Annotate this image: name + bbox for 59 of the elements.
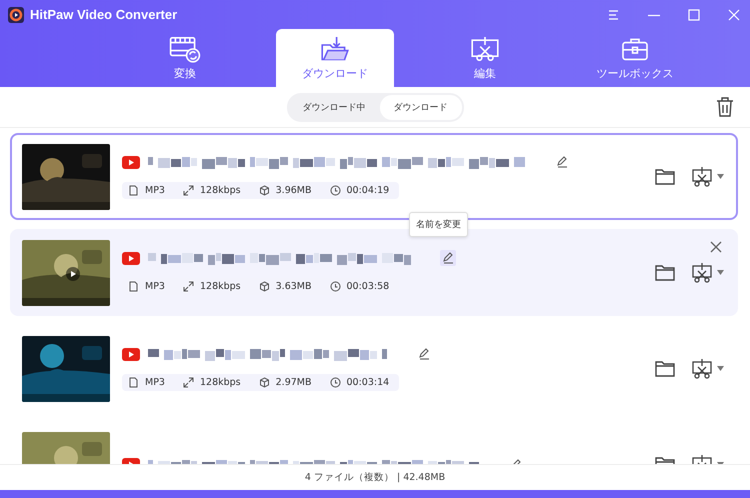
nav-tab[interactable]: ダウンロード — [276, 29, 394, 87]
bitrate-label: 128kbps — [200, 281, 241, 292]
scissors-icon[interactable] — [691, 166, 713, 186]
clock-icon — [330, 377, 341, 388]
maximize-icon[interactable] — [686, 6, 702, 22]
bitrate-label: 128kbps — [200, 185, 241, 196]
duration-label: 00:03:58 — [346, 281, 390, 292]
close-icon[interactable] — [726, 6, 742, 22]
scissors-icon[interactable] — [691, 358, 713, 378]
duration-label: 00:03:14 — [346, 377, 390, 388]
film-icon — [169, 35, 201, 63]
format-label: MP3 — [145, 185, 165, 196]
folder-icon[interactable] — [655, 264, 675, 282]
youtube-icon — [122, 252, 140, 264]
edit-icon[interactable] — [554, 154, 570, 170]
size-label: 3.63MB — [276, 281, 312, 292]
scissors-icon — [469, 35, 501, 63]
download-item[interactable]: MP3 128kbps 3.96MB 00:04:19 — [10, 133, 738, 220]
scissors-icon[interactable] — [691, 262, 713, 282]
close-icon[interactable] — [710, 241, 722, 253]
youtube-icon — [122, 156, 140, 168]
app-logo-icon — [8, 6, 24, 22]
status-text: 4 ファイル（複数） | 42.48MB — [304, 471, 446, 484]
download-item[interactable]: MP3 128kbps 2.97MB 00:03:14 — [10, 325, 738, 412]
format-label: MP3 — [145, 281, 165, 292]
file-icon — [128, 185, 139, 196]
duration-label: 00:04:19 — [346, 185, 390, 196]
edit-icon[interactable] — [440, 250, 456, 266]
nav-tab[interactable]: 変換 — [126, 29, 244, 87]
cube-icon — [258, 377, 270, 388]
cube-icon — [258, 185, 270, 196]
format-label: MP3 — [145, 377, 165, 388]
nav-tab[interactable]: 編集 — [426, 29, 544, 87]
folder-icon[interactable] — [655, 360, 675, 378]
caret-icon[interactable] — [717, 174, 724, 179]
edit-icon[interactable] — [416, 346, 432, 362]
resize-icon — [182, 377, 194, 388]
download-folder-icon — [319, 35, 351, 63]
resize-icon — [182, 185, 194, 196]
resize-icon — [182, 281, 194, 292]
window-title: HitPaw Video Converter — [30, 7, 178, 22]
caret-icon[interactable] — [717, 270, 724, 275]
tooltip: 名前を変更 — [409, 212, 468, 237]
filter-tab[interactable]: ダウンロード — [380, 94, 462, 120]
clock-icon — [330, 281, 341, 292]
trash-icon[interactable] — [716, 97, 734, 117]
youtube-icon — [122, 348, 140, 360]
play-icon[interactable] — [66, 267, 80, 281]
caret-icon[interactable] — [717, 366, 724, 371]
clock-icon — [330, 185, 341, 196]
cube-icon — [258, 281, 270, 292]
filter-tab[interactable]: ダウンロード中 — [288, 94, 380, 120]
size-label: 2.97MB — [276, 377, 312, 388]
size-label: 3.96MB — [276, 185, 312, 196]
file-icon — [128, 281, 139, 292]
nav-tab[interactable]: ツールボックス — [576, 29, 694, 87]
folder-icon[interactable] — [655, 168, 675, 186]
file-icon — [128, 377, 139, 388]
bitrate-label: 128kbps — [200, 377, 241, 388]
